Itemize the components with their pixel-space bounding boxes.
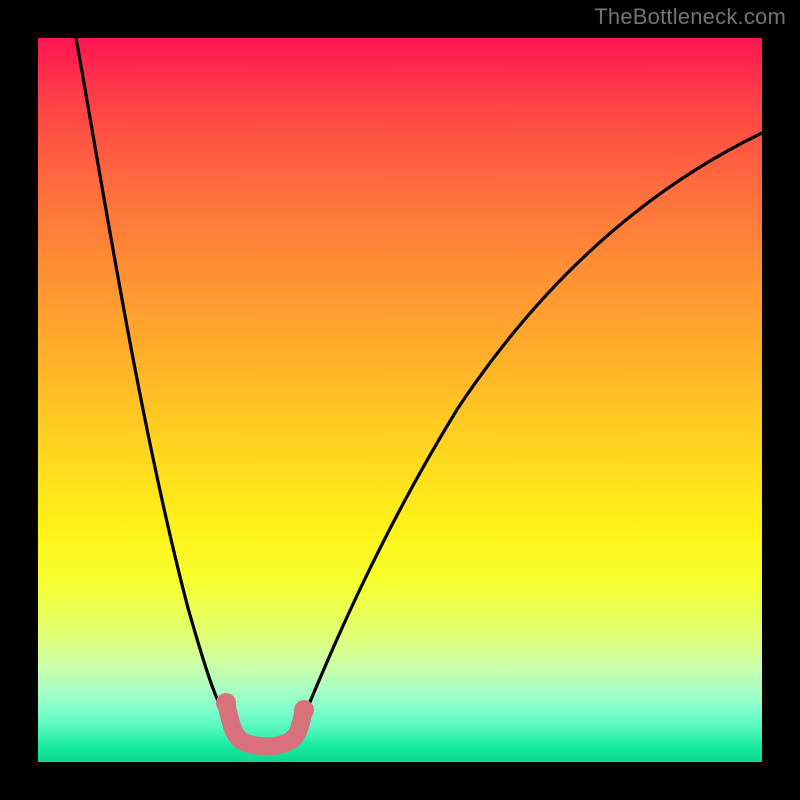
curve-optimal-segment (226, 703, 304, 746)
curve-optimal-left-dot (216, 693, 236, 713)
chart-frame: TheBottleneck.com (0, 0, 800, 800)
bottleneck-curve (38, 38, 762, 762)
curve-path (76, 38, 762, 745)
curve-optimal-right-dot (294, 700, 314, 720)
plot-area (38, 38, 762, 762)
watermark: TheBottleneck.com (594, 4, 786, 30)
